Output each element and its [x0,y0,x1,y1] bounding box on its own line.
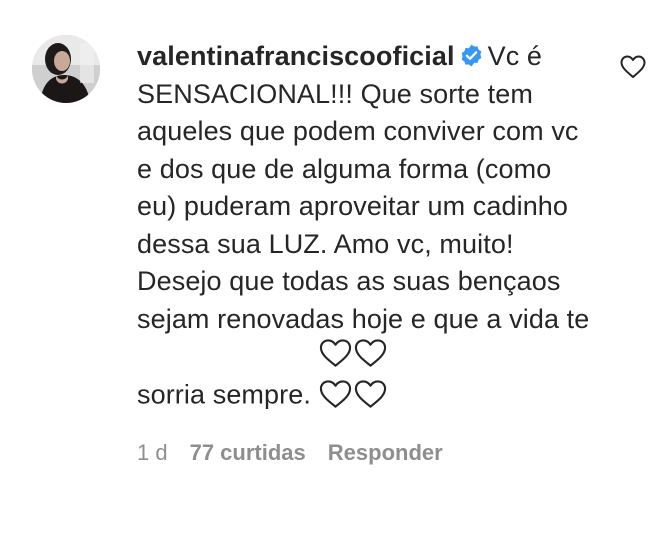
reply-button[interactable]: Responder [328,440,443,466]
heart-outline-icon[interactable] [620,55,646,79]
username[interactable]: valentinafranciscooficial [137,41,455,71]
emoji-hearts [319,338,389,419]
white-heart-emoji-icon [354,379,386,408]
white-heart-emoji-icon [319,339,351,367]
verified-badge-icon [461,44,482,67]
comment-meta: 1 d 77 curtidas Responder [137,440,443,466]
likes-count[interactable]: 77 curtidas [190,440,306,466]
comment-item: valentinafranciscooficial Vc é SENSACION… [0,0,660,541]
avatar[interactable] [32,35,100,103]
white-heart-emoji-icon [319,379,351,408]
white-heart-emoji-icon [354,339,386,367]
avatar-image [32,35,100,103]
comment-body: valentinafranciscooficial Vc é SENSACION… [137,38,597,419]
comment-time[interactable]: 1 d [137,440,168,466]
